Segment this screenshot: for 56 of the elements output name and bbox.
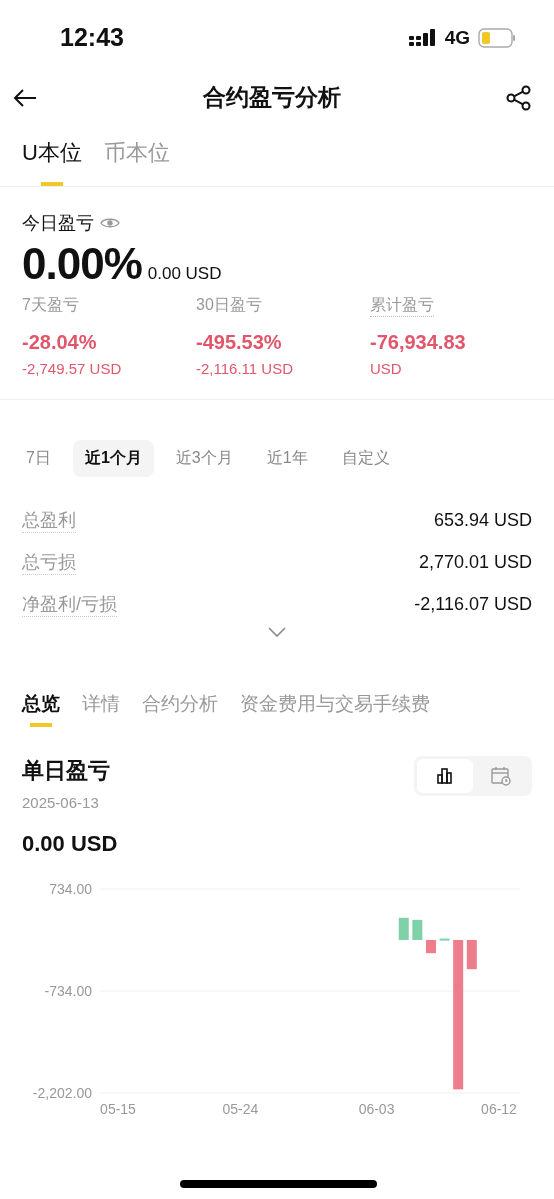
stat-amount: USD xyxy=(370,360,403,377)
bar xyxy=(466,940,477,970)
account-tab[interactable]: 币本位 xyxy=(103,138,170,186)
summary-label: 总盈利 xyxy=(22,508,76,533)
account-tab[interactable]: U本位 xyxy=(22,138,82,186)
stat-value: -28.04% xyxy=(22,331,98,354)
today-pnl-label: 今日盈亏 xyxy=(22,212,94,235)
daily-amount: 0.00 USD xyxy=(22,831,119,857)
bar xyxy=(412,919,423,940)
chevron-down-icon[interactable] xyxy=(268,627,286,637)
period-tab[interactable]: 自定义 xyxy=(329,440,402,477)
view-toggle-button[interactable] xyxy=(417,759,473,793)
axis-label: 06-03 xyxy=(358,1101,395,1117)
summary-value: -2,116.07 USD xyxy=(414,594,532,615)
stat-amount: -2,116.11 USD xyxy=(196,360,294,377)
stat-label: 累计盈亏 xyxy=(370,295,434,317)
back-arrow-icon[interactable] xyxy=(12,87,38,108)
page-title: 合约盈亏分析 xyxy=(203,83,341,112)
stat-label: 7天盈亏 xyxy=(22,295,79,315)
axis-label: 734.00 xyxy=(49,881,92,897)
summary-value: 653.94 USD xyxy=(433,510,532,531)
section-tab[interactable]: 详情 xyxy=(82,691,120,727)
period-tab[interactable]: 近3个月 xyxy=(163,440,245,477)
today-pnl-amount: 0.00 USD xyxy=(147,264,222,284)
summary-label: 总亏损 xyxy=(22,550,76,575)
summary-label: 净盈利/亏损 xyxy=(22,592,117,617)
chart-date: 2025-06-13 xyxy=(22,794,100,811)
axis-label: -2,202.00 xyxy=(32,1085,92,1101)
bar xyxy=(425,940,436,954)
axis-label: 06-12 xyxy=(481,1101,517,1117)
stat-value: -76,934.83 xyxy=(370,331,467,354)
period-tab[interactable]: 近1个月 xyxy=(72,440,154,477)
period-tab[interactable]: 7日 xyxy=(14,440,63,477)
stat-label: 30日盈亏 xyxy=(196,295,262,315)
chart-title: 单日盈亏 xyxy=(22,757,110,785)
bar xyxy=(398,917,409,940)
today-pnl-percent: 0.00% xyxy=(22,239,142,289)
stat-amount: -2,749.57 USD xyxy=(22,360,123,377)
bar-chart-icon xyxy=(436,767,454,785)
eye-icon[interactable] xyxy=(100,216,120,230)
axis-label: -734.00 xyxy=(44,983,92,999)
status-time: 12:43 xyxy=(60,23,124,52)
summary-value: 2,770.01 USD xyxy=(418,552,532,573)
calendar-clock-icon xyxy=(490,765,512,787)
network-label: 4G xyxy=(444,26,470,49)
signal-icon xyxy=(408,28,437,47)
stat-value: -495.53% xyxy=(196,331,283,354)
period-tab[interactable]: 近1年 xyxy=(254,440,320,477)
axis-label: 05-24 xyxy=(222,1101,259,1117)
section-tab[interactable]: 合约分析 xyxy=(142,691,218,727)
axis-label: 05-15 xyxy=(100,1101,136,1117)
bar xyxy=(439,938,450,941)
section-tab[interactable]: 总览 xyxy=(22,691,60,727)
share-icon[interactable] xyxy=(506,84,532,111)
battery-icon xyxy=(478,27,516,48)
section-tab[interactable]: 资金费用与交易手续费 xyxy=(240,691,430,727)
